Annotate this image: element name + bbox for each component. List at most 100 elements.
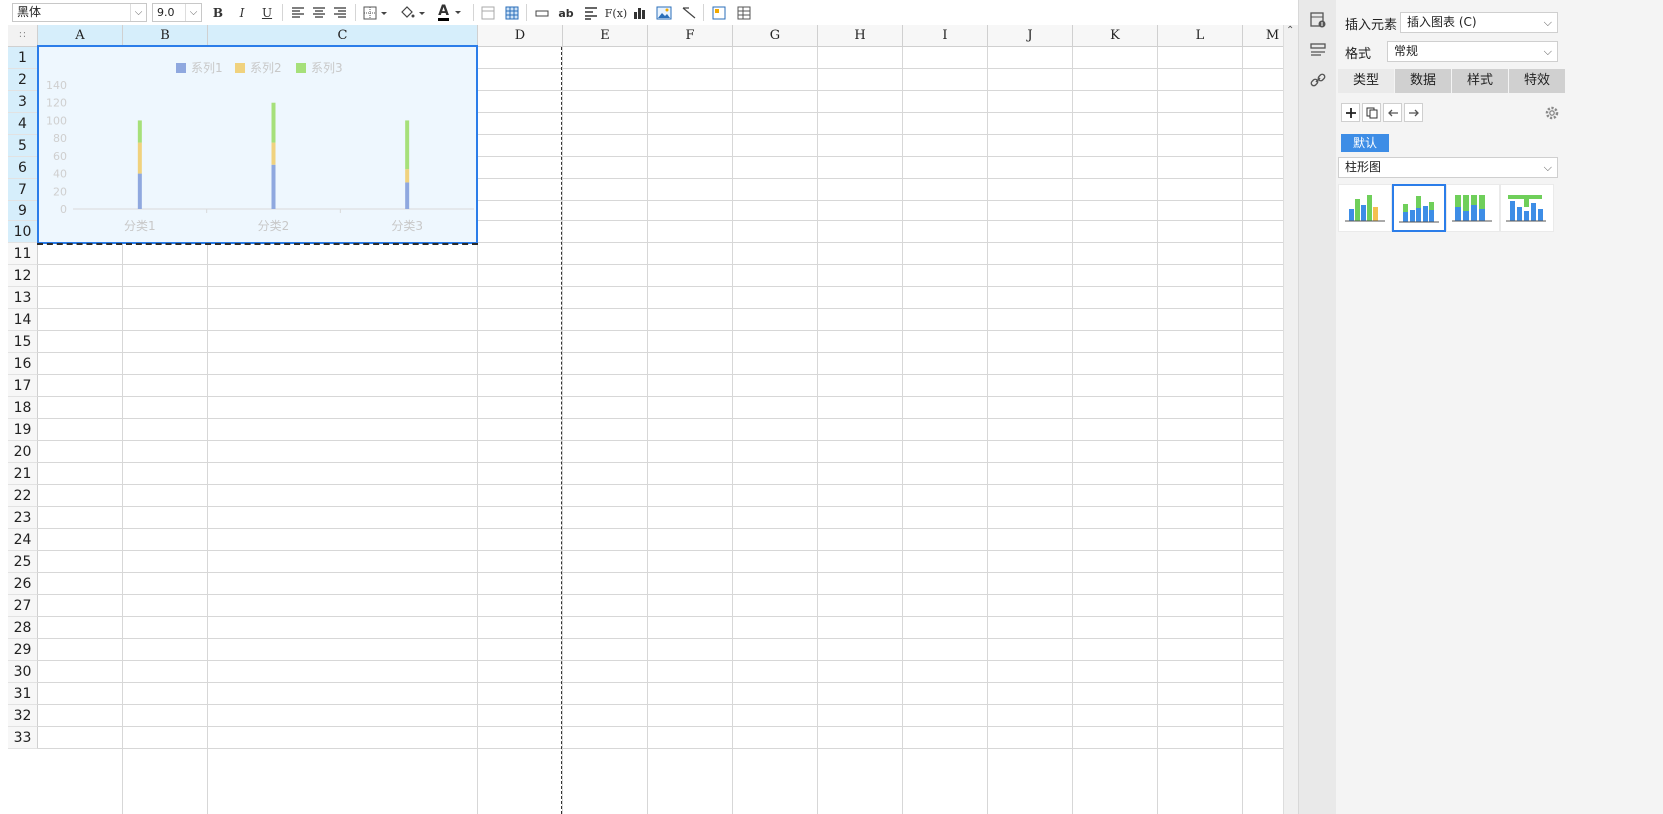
chart-thumb-percent[interactable] bbox=[1446, 184, 1500, 232]
cell-properties-icon[interactable] bbox=[1308, 10, 1328, 30]
row-header-32[interactable]: 32 bbox=[8, 705, 38, 727]
column-header-a[interactable]: A bbox=[38, 25, 123, 47]
font-size-select[interactable]: 9.0 ⌵ bbox=[152, 3, 202, 22]
row-header-10[interactable]: 10 bbox=[8, 221, 38, 243]
align-left-button[interactable] bbox=[288, 3, 308, 23]
select-all-corner[interactable]: ∷ bbox=[8, 25, 38, 47]
column-header-f[interactable]: F bbox=[648, 25, 733, 47]
row-header-14[interactable]: 14 bbox=[8, 309, 38, 331]
font-family-select[interactable]: 黑体 ⌵ bbox=[12, 3, 147, 22]
stacked-bar-icon bbox=[1399, 196, 1439, 223]
row-header-27[interactable]: 27 bbox=[8, 595, 38, 617]
column-header-k[interactable]: K bbox=[1073, 25, 1158, 47]
row-header-24[interactable]: 24 bbox=[8, 529, 38, 551]
chart-type-select[interactable]: 柱形图 ⌵ bbox=[1338, 157, 1558, 178]
layout-button[interactable] bbox=[709, 3, 729, 23]
format-select[interactable]: 常规 ⌵ bbox=[1387, 41, 1558, 62]
column-gridline bbox=[562, 47, 563, 814]
draw-line-button[interactable] bbox=[679, 3, 699, 23]
row-gridline bbox=[38, 462, 1288, 463]
tab-style[interactable]: 样式 bbox=[1452, 69, 1508, 93]
table-button[interactable] bbox=[502, 3, 522, 23]
stacked-bar-chart: 系列1 系列2 系列3 0 20 40 60 80 100 120 140 分类1 分类2 分类3 bbox=[46, 61, 474, 233]
insert-image-button[interactable] bbox=[654, 3, 674, 23]
wrap-text-button[interactable]: ab bbox=[556, 3, 576, 23]
text-align-button[interactable] bbox=[581, 3, 601, 23]
settings-button[interactable] bbox=[1542, 103, 1561, 122]
row-header-15[interactable]: 15 bbox=[8, 331, 38, 353]
tab-effects[interactable]: 特效 bbox=[1509, 69, 1565, 93]
default-tag[interactable]: 默认 bbox=[1341, 134, 1389, 152]
chart-thumb-clustered[interactable] bbox=[1338, 184, 1392, 232]
chart-element[interactable]: 系列1 系列2 系列3 0 20 40 60 80 100 120 140 分类1 分类2 分类3 bbox=[37, 45, 478, 245]
row-header-13[interactable]: 13 bbox=[8, 287, 38, 309]
row-header-28[interactable]: 28 bbox=[8, 617, 38, 639]
insert-element-select[interactable]: 插入图表 (C) ⌵ bbox=[1400, 12, 1558, 33]
column-header-e[interactable]: E bbox=[563, 25, 648, 47]
border-button[interactable] bbox=[362, 3, 390, 23]
column-header-j[interactable]: J bbox=[988, 25, 1073, 47]
chevron-up-icon[interactable]: ⌃ bbox=[1286, 25, 1294, 36]
row-header-31[interactable]: 31 bbox=[8, 683, 38, 705]
sheet-view-button[interactable] bbox=[734, 3, 754, 23]
bar-segment bbox=[137, 120, 142, 143]
tab-data[interactable]: 数据 bbox=[1395, 69, 1451, 93]
align-right-button[interactable] bbox=[330, 3, 350, 23]
chart-thumb-waterfall[interactable] bbox=[1500, 184, 1554, 232]
column-header-g[interactable]: G bbox=[733, 25, 818, 47]
insert-chart-button[interactable] bbox=[630, 3, 650, 23]
font-family-value: 黑体 bbox=[17, 5, 42, 19]
row-header-17[interactable]: 17 bbox=[8, 375, 38, 397]
move-right-button[interactable] bbox=[1404, 103, 1423, 122]
row-header-20[interactable]: 20 bbox=[8, 441, 38, 463]
chevron-down-icon[interactable]: ⌵ bbox=[130, 4, 146, 21]
tab-type[interactable]: 类型 bbox=[1338, 69, 1394, 93]
merge-cells-button[interactable] bbox=[478, 3, 498, 23]
row-header-1[interactable]: 1 bbox=[8, 47, 38, 69]
formula-button[interactable]: F(x) bbox=[604, 3, 628, 23]
column-header-h[interactable]: H bbox=[818, 25, 903, 47]
vertical-scrollbar[interactable]: ⌃ bbox=[1283, 25, 1298, 814]
move-left-button[interactable] bbox=[1383, 103, 1402, 122]
align-center-button[interactable] bbox=[309, 3, 329, 23]
column-header-b[interactable]: B bbox=[123, 25, 208, 47]
row-header-30[interactable]: 30 bbox=[8, 661, 38, 683]
link-icon[interactable] bbox=[1308, 70, 1328, 90]
column-header-i[interactable]: I bbox=[903, 25, 988, 47]
row-header-5[interactable]: 5 bbox=[8, 135, 38, 157]
row-header-22[interactable]: 22 bbox=[8, 485, 38, 507]
row-header-18[interactable]: 18 bbox=[8, 397, 38, 419]
copy-button[interactable] bbox=[1362, 103, 1381, 122]
row-header-9[interactable]: 9 bbox=[8, 201, 38, 221]
row-header-11[interactable]: 11 bbox=[8, 243, 38, 265]
add-button[interactable] bbox=[1341, 103, 1360, 122]
row-header-12[interactable]: 12 bbox=[8, 265, 38, 287]
row-header-21[interactable]: 21 bbox=[8, 463, 38, 485]
column-header-l[interactable]: L bbox=[1158, 25, 1243, 47]
insert-row-button[interactable] bbox=[532, 3, 552, 23]
fill-color-button[interactable] bbox=[398, 3, 428, 23]
font-color-button[interactable]: A bbox=[436, 3, 466, 23]
chevron-down-icon[interactable]: ⌵ bbox=[185, 4, 201, 21]
italic-button[interactable]: I bbox=[232, 3, 252, 23]
row-header-29[interactable]: 29 bbox=[8, 639, 38, 661]
row-header-25[interactable]: 25 bbox=[8, 551, 38, 573]
chart-thumb-stacked[interactable] bbox=[1392, 184, 1446, 232]
row-header-6[interactable]: 6 bbox=[8, 157, 38, 179]
element-list-icon[interactable] bbox=[1308, 40, 1328, 60]
x-tick-label: 分类2 bbox=[258, 219, 290, 233]
row-header-26[interactable]: 26 bbox=[8, 573, 38, 595]
row-header-2[interactable]: 2 bbox=[8, 69, 38, 91]
row-header-16[interactable]: 16 bbox=[8, 353, 38, 375]
row-header-23[interactable]: 23 bbox=[8, 507, 38, 529]
column-header-d[interactable]: D bbox=[478, 25, 563, 47]
row-header-33[interactable]: 33 bbox=[8, 727, 38, 749]
row-header-19[interactable]: 19 bbox=[8, 419, 38, 441]
row-header-7[interactable]: 7 bbox=[8, 179, 38, 201]
row-header-4[interactable]: 4 bbox=[8, 113, 38, 135]
row-header-3[interactable]: 3 bbox=[8, 91, 38, 113]
bold-button[interactable]: B bbox=[208, 3, 228, 23]
underline-button[interactable]: U bbox=[257, 3, 277, 23]
spreadsheet[interactable]: ∷ ABCDEFGHIJKLM 1 2 3 4 5 6 7 9 10 11 12 13 14 15 16 17… bbox=[8, 25, 1360, 814]
column-header-c[interactable]: C bbox=[208, 25, 478, 47]
